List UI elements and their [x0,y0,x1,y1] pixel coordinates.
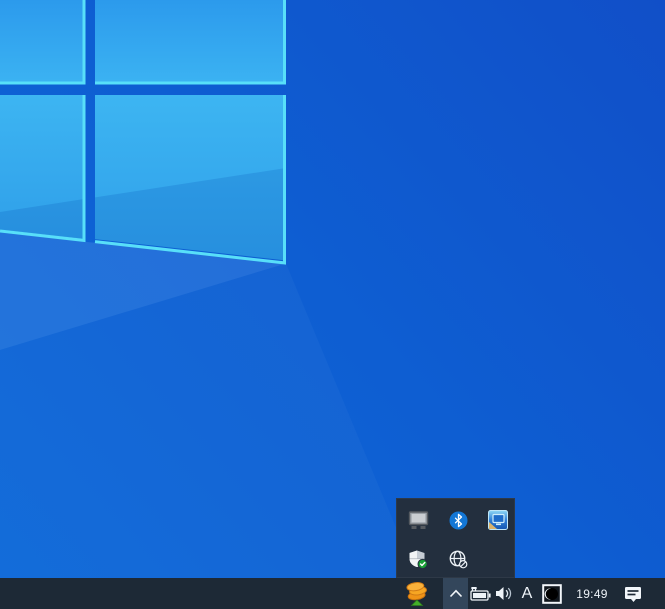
tray-bluetooth-button[interactable] [438,501,478,539]
chevron-up-icon [449,589,463,598]
language-indicator[interactable]: A [516,578,538,609]
windows-security-shield-icon [408,549,429,570]
tray-vm-app-button[interactable] [478,501,518,539]
speaker-icon [494,585,514,602]
windows-logo-wallpaper [0,0,665,609]
ime-mode-icon [542,584,562,604]
vm-app-tray-icon [488,510,508,530]
taskbar-app-button[interactable] [402,578,432,609]
action-center-icon [622,584,644,604]
taskbar-clock[interactable]: 19:49 [570,578,614,609]
globe-no-internet-icon [448,549,469,570]
display-tray-icon [408,511,429,530]
desktop: A 19:49 [0,0,665,609]
tray-overflow-flyout [396,498,515,578]
bluetooth-icon [449,511,468,530]
orange-coins-app-icon [404,580,430,608]
tray-network-button[interactable] [438,540,478,578]
action-center-button[interactable] [617,578,649,609]
tray-security-button[interactable] [398,540,438,578]
taskbar: A 19:49 [0,578,665,609]
battery-charging-icon [468,585,492,603]
tray-display-button[interactable] [398,501,438,539]
volume-button[interactable] [492,578,516,609]
show-hidden-icons-button[interactable] [443,578,468,609]
ime-mode-button[interactable] [539,578,565,609]
battery-status-button[interactable] [467,578,493,609]
